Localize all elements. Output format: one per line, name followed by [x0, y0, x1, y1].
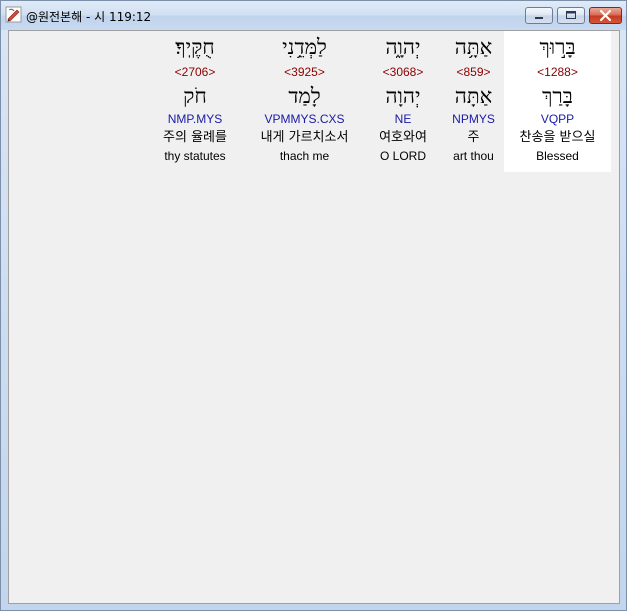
morphology-code: NPMYS — [452, 112, 495, 126]
korean-gloss: 주의 율례를 — [163, 130, 227, 145]
minimize-icon — [535, 17, 543, 19]
word-column-1[interactable]: בָּר֣וּךְ <1288> בָּרַךְ VQPP 찬송을 받으실 Bl… — [504, 31, 611, 172]
maximize-button[interactable] — [557, 7, 585, 24]
strong-number-link[interactable]: <2706> — [144, 66, 246, 78]
hebrew-lemma: יְהוָה — [385, 84, 421, 108]
korean-gloss: 찬송을 받으실 — [519, 130, 596, 145]
hebrew-lemma: חֹק — [183, 84, 207, 108]
hebrew-word[interactable]: יְהוָ֑ה — [363, 37, 443, 58]
strong-number-link[interactable]: <3925> — [246, 66, 363, 78]
close-icon — [599, 9, 612, 22]
minimize-button[interactable] — [525, 7, 553, 24]
maximize-icon — [566, 11, 576, 19]
word-column-5[interactable]: חֻקֶּֽיךָ׃ <2706> חֹק NMP.MYS 주의 율례를 thy… — [144, 31, 246, 172]
english-gloss: Blessed — [536, 149, 579, 163]
hebrew-word[interactable]: חֻקֶּֽיךָ׃ — [144, 37, 246, 58]
hebrew-lemma: אַתָּה — [454, 84, 493, 108]
morphology-code: VQPP — [540, 112, 575, 126]
word-column-3[interactable]: יְהוָ֑ה <3068> יְהוָה NE 여호와여 O LORD — [363, 31, 443, 172]
window-title: @원전본해 - 시 119:12 — [26, 10, 152, 24]
english-gloss: O LORD — [379, 149, 426, 163]
close-button[interactable] — [589, 7, 622, 24]
hebrew-lemma: לָמַד — [288, 84, 321, 108]
hebrew-word[interactable]: בָּר֣וּךְ — [504, 37, 611, 58]
strong-number-link[interactable]: <3068> — [363, 66, 443, 78]
word-column-4[interactable]: לַמְּדֵ֥נִי <3925> לָמַד VPMMYS.CXS 내게 가… — [246, 31, 363, 172]
english-gloss: art thou — [453, 149, 494, 163]
strong-number-link[interactable]: <1288> — [504, 66, 611, 78]
morphology-code: NMP.MYS — [167, 112, 223, 126]
interlinear-panel: חֻקֶּֽיךָ׃ <2706> חֹק NMP.MYS 주의 율례를 thy… — [8, 30, 620, 604]
english-gloss: thach me — [279, 149, 330, 163]
app-icon[interactable] — [5, 6, 22, 23]
hebrew-word[interactable]: לַמְּדֵ֥נִי — [246, 37, 363, 58]
app-window: @원전본해 - 시 119:12 חֻקֶּֽיךָ׃ <2706> חֹק N… — [0, 0, 627, 611]
word-column-2[interactable]: אַתָּ֥ה <859> אַתָּה NPMYS 주 art thou — [443, 31, 504, 172]
hebrew-word[interactable]: אַתָּ֥ה — [443, 37, 504, 58]
hebrew-lemma: בָּרַךְ — [542, 84, 573, 108]
strong-number-link[interactable]: <859> — [443, 66, 504, 78]
title-bar[interactable]: @원전본해 - 시 119:12 — [1, 1, 626, 30]
korean-gloss: 내게 가르치소서 — [260, 130, 349, 145]
morphology-code: VPMMYS.CXS — [264, 112, 345, 126]
morphology-code: NE — [394, 112, 412, 126]
korean-gloss: 여호와여 — [379, 130, 427, 145]
english-gloss: thy statutes — [164, 149, 226, 163]
korean-gloss: 주 — [467, 130, 480, 145]
